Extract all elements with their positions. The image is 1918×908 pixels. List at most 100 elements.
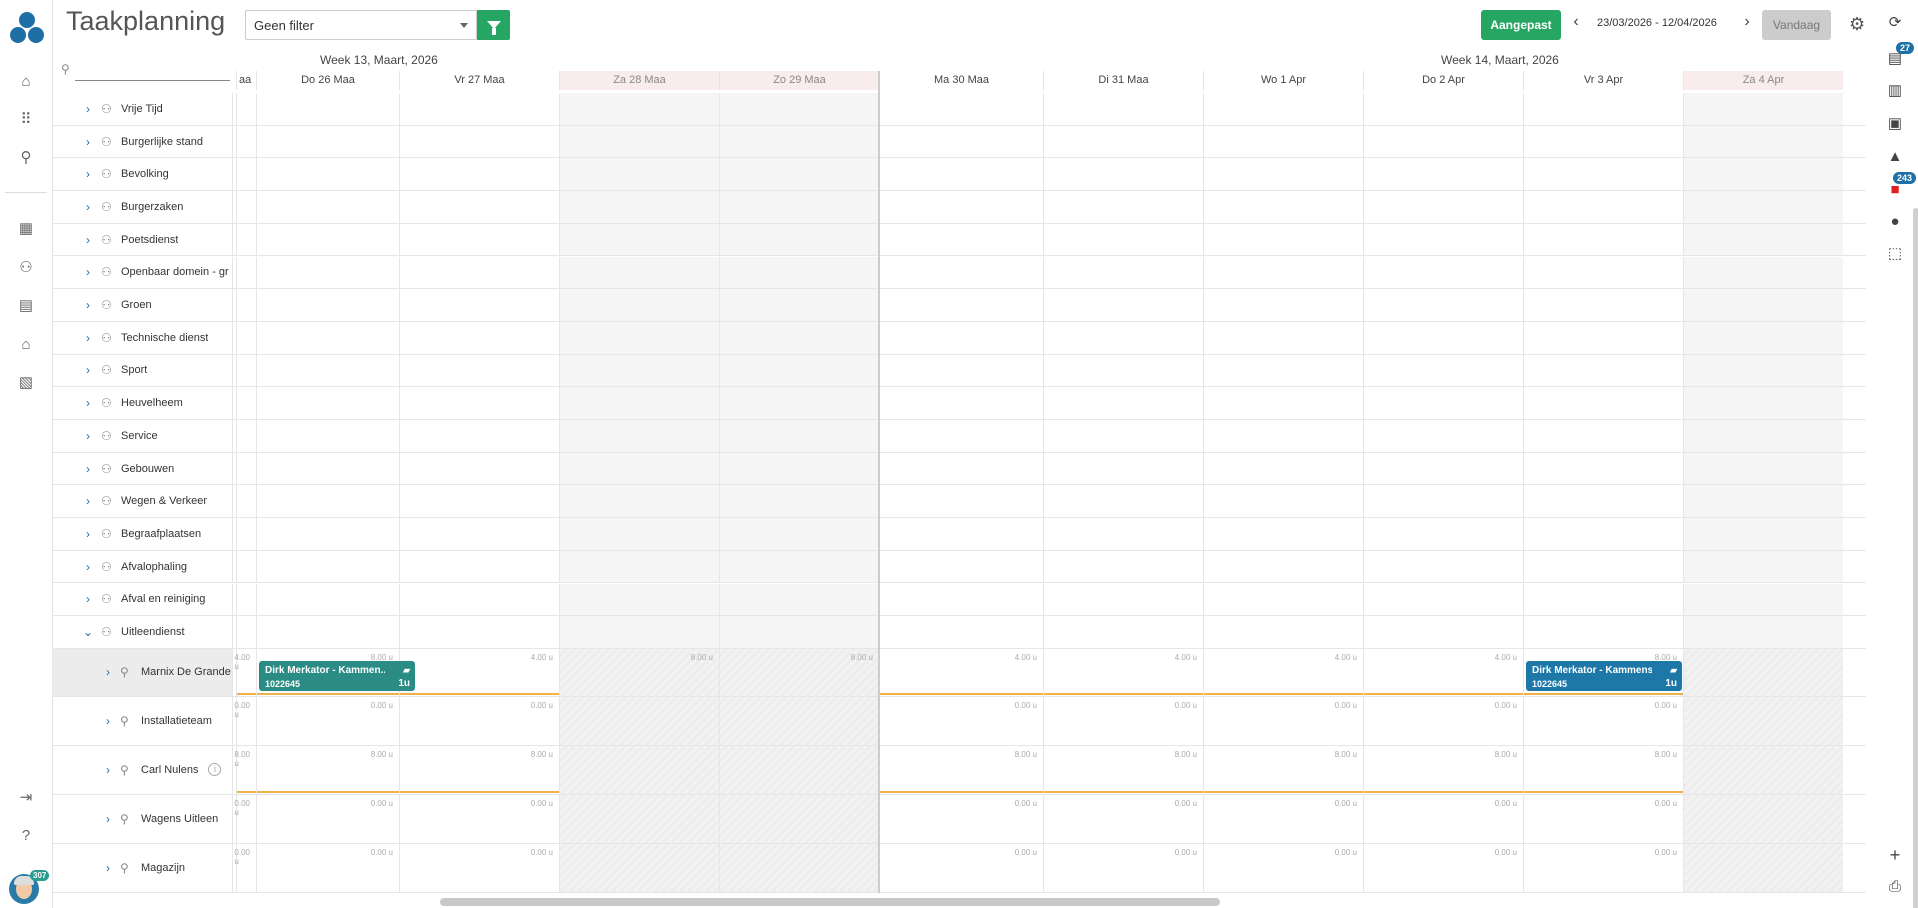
clipboard-icon[interactable]: ▤ <box>15 294 37 316</box>
day-cell[interactable]: 4.00 u <box>234 648 256 696</box>
resource-label[interactable]: › ⚲ Installatieteam <box>53 696 233 745</box>
day-cell[interactable] <box>1523 191 1683 223</box>
chevron-right-icon[interactable]: › <box>81 560 95 574</box>
next-period-icon[interactable]: › <box>1740 13 1754 31</box>
day-cell[interactable] <box>879 616 1043 648</box>
day-cell[interactable]: 0.00 u <box>1363 696 1523 745</box>
day-cell[interactable]: 0.00 u <box>399 794 559 843</box>
day-cell[interactable]: 4.00 u <box>1203 648 1363 696</box>
day-cell[interactable] <box>559 256 719 289</box>
day-cell[interactable] <box>719 387 879 419</box>
day-cell[interactable]: 0.00 u <box>399 843 559 892</box>
chevron-right-icon[interactable]: › <box>101 763 115 777</box>
chevron-right-icon[interactable]: › <box>101 812 115 826</box>
day-cell[interactable] <box>1683 93 1843 125</box>
day-cell[interactable] <box>236 354 256 387</box>
day-header[interactable]: Vr 3 Apr <box>1523 71 1683 90</box>
day-cell[interactable] <box>1523 158 1683 191</box>
day-cell[interactable] <box>1043 420 1203 452</box>
day-cell[interactable] <box>1683 191 1843 223</box>
day-cell[interactable] <box>1043 616 1203 648</box>
chevron-right-icon[interactable]: › <box>81 233 95 247</box>
day-cell[interactable]: 0.00 u <box>1363 843 1523 892</box>
day-header[interactable]: Di 31 Maa <box>1043 71 1203 90</box>
day-cell[interactable] <box>719 745 879 794</box>
day-cell[interactable] <box>879 289 1043 321</box>
day-cell[interactable] <box>559 93 719 125</box>
day-cell[interactable] <box>1363 616 1523 648</box>
day-cell[interactable] <box>1683 794 1843 843</box>
warehouse-icon[interactable]: ⌂ <box>15 333 37 355</box>
day-header[interactable]: aa <box>236 71 256 90</box>
day-cell[interactable] <box>1523 550 1683 583</box>
day-cell[interactable]: 0.00 u <box>1203 696 1363 745</box>
day-cell[interactable] <box>1363 485 1523 518</box>
chevron-right-icon[interactable]: › <box>101 714 115 728</box>
day-cell[interactable]: 8.00 u <box>256 745 399 794</box>
search-icon[interactable]: ⚲ <box>15 146 37 168</box>
chevron-right-icon[interactable]: › <box>81 396 95 410</box>
day-cell[interactable] <box>399 321 559 354</box>
day-cell[interactable]: 4.00 u <box>1043 648 1203 696</box>
day-cell[interactable] <box>1043 289 1203 321</box>
chevron-right-icon[interactable]: › <box>81 135 95 149</box>
refresh-icon[interactable]: ⟳ <box>1885 12 1905 32</box>
chevron-right-icon[interactable]: › <box>81 494 95 508</box>
day-cell[interactable] <box>256 191 399 223</box>
info-icon[interactable]: i <box>208 763 222 777</box>
chevron-right-icon[interactable]: › <box>81 527 95 541</box>
day-cell[interactable] <box>879 93 1043 125</box>
day-cell[interactable] <box>559 745 719 794</box>
day-header[interactable]: Za 28 Maa <box>559 71 719 90</box>
day-cell[interactable] <box>236 191 256 223</box>
day-cell[interactable] <box>1523 452 1683 485</box>
day-cell[interactable] <box>1363 387 1523 419</box>
day-cell[interactable] <box>719 550 879 583</box>
day-cell[interactable] <box>1683 158 1843 191</box>
group-label[interactable]: › ⚇ Technische dienst <box>53 321 233 354</box>
chevron-right-icon[interactable]: › <box>101 665 115 679</box>
day-cell[interactable] <box>1683 321 1843 354</box>
day-cell[interactable] <box>236 289 256 321</box>
day-cell[interactable] <box>1683 485 1843 518</box>
day-cell[interactable] <box>719 794 879 843</box>
day-cell[interactable] <box>559 420 719 452</box>
logout-icon[interactable]: ⇥ <box>15 786 37 808</box>
day-cell[interactable]: 8.00 u <box>1203 745 1363 794</box>
day-cell[interactable] <box>559 518 719 550</box>
chevron-right-icon[interactable]: › <box>81 331 95 345</box>
day-cell[interactable] <box>1363 256 1523 289</box>
day-cell[interactable]: 0.00 u <box>1523 794 1683 843</box>
day-cell[interactable] <box>1363 223 1523 256</box>
group-label[interactable]: ⌄ ⚇ Uitleendienst <box>53 616 233 648</box>
selection-icon[interactable]: ⬚ <box>1885 243 1905 263</box>
day-cell[interactable] <box>559 321 719 354</box>
day-cell[interactable] <box>399 256 559 289</box>
day-cell[interactable] <box>719 616 879 648</box>
day-cell[interactable] <box>256 223 399 256</box>
day-cell[interactable] <box>1363 289 1523 321</box>
day-cell[interactable] <box>879 223 1043 256</box>
day-cell[interactable] <box>1043 452 1203 485</box>
map-icon[interactable]: ▥ <box>1885 80 1905 100</box>
day-cell[interactable] <box>1363 354 1523 387</box>
day-cell[interactable] <box>719 93 879 125</box>
day-cell[interactable] <box>236 93 256 125</box>
day-cell[interactable] <box>256 354 399 387</box>
day-cell[interactable] <box>1683 387 1843 419</box>
day-cell[interactable] <box>1043 125 1203 158</box>
day-cell[interactable] <box>1683 616 1843 648</box>
day-cell[interactable] <box>399 452 559 485</box>
day-cell[interactable] <box>719 289 879 321</box>
chevron-right-icon[interactable]: › <box>81 102 95 116</box>
resource-label[interactable]: › ⚲ Magazijn <box>53 843 233 892</box>
day-cell[interactable] <box>1363 550 1523 583</box>
day-cell[interactable] <box>399 223 559 256</box>
day-cell[interactable] <box>1043 223 1203 256</box>
day-cell[interactable]: 0.00 u <box>234 843 256 892</box>
day-cell[interactable] <box>1683 256 1843 289</box>
prev-period-icon[interactable]: ‹ <box>1569 13 1583 31</box>
day-cell[interactable]: 0.00 u <box>1203 794 1363 843</box>
day-cell[interactable] <box>399 387 559 419</box>
day-cell[interactable]: 0.00 u <box>1523 696 1683 745</box>
